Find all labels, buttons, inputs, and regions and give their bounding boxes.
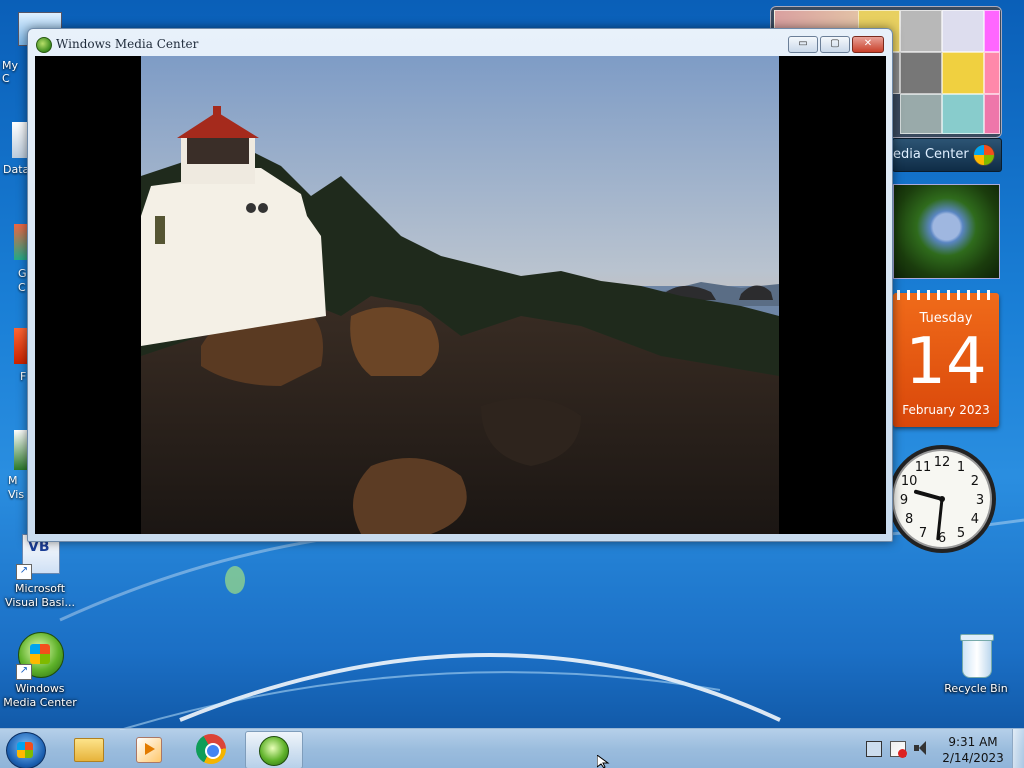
desktop-icon-label: My C bbox=[2, 59, 19, 85]
gadget-tile[interactable] bbox=[942, 94, 984, 134]
app-shortcut-icon bbox=[14, 224, 28, 260]
desktop-icon-visual-basic[interactable]: VB ↗ Microsoft Visual Basi... bbox=[0, 532, 80, 610]
media-center-window[interactable]: Windows Media Center ▭ ▢ ✕ bbox=[27, 28, 893, 542]
app-shortcut-icon bbox=[14, 430, 28, 470]
windows-media-center-icon bbox=[36, 37, 52, 53]
gadget-tile[interactable] bbox=[900, 94, 942, 134]
windows-media-center-icon: ↗ bbox=[16, 632, 64, 680]
calendar-rings bbox=[897, 290, 995, 300]
calendar-gadget[interactable]: Tuesday 14 February 2023 bbox=[893, 290, 999, 427]
app-shortcut-icon bbox=[14, 328, 28, 364]
desktop-icon-data[interactable]: Data bbox=[0, 118, 30, 178]
calendar-day-name: Tuesday bbox=[919, 311, 973, 326]
desktop-icon-recycle-bin[interactable]: Recycle Bin bbox=[936, 632, 1016, 696]
taskbar-media-player-button[interactable] bbox=[120, 731, 176, 767]
taskbar-date: 2/14/2023 bbox=[942, 751, 1004, 765]
desktop-icon-label: Windows Media Center bbox=[3, 682, 77, 709]
clock-number: 10 bbox=[901, 474, 918, 489]
desktop-icon-label: G C bbox=[18, 267, 27, 294]
desktop-icon-label: Data bbox=[3, 163, 30, 176]
action-center-error-icon bbox=[898, 749, 907, 758]
clock-number: 11 bbox=[915, 460, 932, 475]
gadget-tile[interactable] bbox=[984, 94, 1000, 134]
clock-number: 1 bbox=[957, 460, 965, 475]
play-tile[interactable] bbox=[900, 52, 942, 94]
gadget-tile[interactable] bbox=[984, 10, 1000, 52]
recycle-bin-icon bbox=[952, 632, 1000, 680]
mouse-cursor-icon bbox=[597, 755, 610, 768]
windows-media-center-icon bbox=[259, 736, 289, 766]
windows-orb-icon bbox=[17, 742, 33, 758]
calendar-day-number: 14 bbox=[905, 325, 987, 399]
clock-tile[interactable] bbox=[942, 10, 984, 52]
gadget-tile[interactable] bbox=[942, 52, 984, 94]
desktop-icon-f[interactable]: F bbox=[0, 326, 28, 386]
windows-logo-icon bbox=[973, 144, 995, 166]
media-center-gadget-label: edia Center bbox=[893, 147, 969, 162]
desktop-icon-label: Recycle Bin bbox=[944, 682, 1008, 695]
maximize-button[interactable]: ▢ bbox=[820, 36, 850, 53]
database-shortcut-icon bbox=[12, 122, 28, 158]
shortcut-arrow-icon: ↗ bbox=[16, 664, 32, 680]
play-icon bbox=[145, 743, 155, 755]
clock-number: 12 bbox=[934, 455, 951, 470]
media-center-gadget-bar[interactable]: edia Center bbox=[892, 138, 1002, 172]
clock-number: 4 bbox=[971, 512, 979, 527]
calendar-month-year: February 2023 bbox=[902, 403, 990, 417]
desktop-icon-label: M Vis bbox=[8, 474, 25, 501]
clock-number: 8 bbox=[905, 512, 913, 527]
folder-icon bbox=[74, 738, 104, 762]
media-viewport[interactable] bbox=[35, 56, 886, 534]
taskbar-media-center-button[interactable] bbox=[245, 731, 303, 768]
gadget-tile[interactable] bbox=[984, 52, 1000, 94]
taskbar-time: 9:31 AM bbox=[948, 735, 998, 749]
show-desktop-button[interactable] bbox=[1012, 729, 1024, 768]
taskbar-chrome-button[interactable] bbox=[184, 731, 240, 767]
volume-icon[interactable] bbox=[914, 741, 930, 755]
shortcut-arrow-icon: ↗ bbox=[16, 564, 32, 580]
desktop-icon-my-computer[interactable]: My C bbox=[0, 8, 62, 85]
clock-number: 7 bbox=[919, 526, 927, 541]
gadget-tile[interactable] bbox=[900, 10, 942, 52]
clock-number: 5 bbox=[957, 526, 965, 541]
close-button[interactable]: ✕ bbox=[852, 36, 884, 53]
network-icon[interactable] bbox=[866, 741, 882, 757]
slideshow-gadget[interactable] bbox=[893, 184, 1000, 279]
taskbar-clock[interactable]: 9:31 AM 2/14/2023 bbox=[937, 734, 1009, 766]
window-title: Windows Media Center bbox=[56, 37, 199, 51]
clock-number: 2 bbox=[971, 474, 979, 489]
desktop-icon-label: Microsoft Visual Basi... bbox=[5, 582, 75, 609]
taskbar: 9:31 AM 2/14/2023 bbox=[0, 728, 1024, 768]
clock-number: 3 bbox=[976, 493, 984, 508]
desktop-icon-windows-media-center[interactable]: ↗ Windows Media Center bbox=[0, 632, 80, 710]
taskbar-explorer-button[interactable] bbox=[60, 731, 116, 767]
clock-number: 9 bbox=[900, 493, 908, 508]
desktop-icon-label: F bbox=[20, 370, 27, 383]
desktop-icon-g[interactable]: G C bbox=[0, 222, 28, 296]
minimize-button[interactable]: ▭ bbox=[788, 36, 818, 53]
clock-gadget[interactable]: 12 1234567891011 bbox=[886, 443, 998, 555]
start-button[interactable] bbox=[6, 732, 46, 768]
desktop-icon-m-vis[interactable]: M Vis bbox=[0, 428, 28, 504]
lighthouse-photo bbox=[141, 56, 779, 534]
